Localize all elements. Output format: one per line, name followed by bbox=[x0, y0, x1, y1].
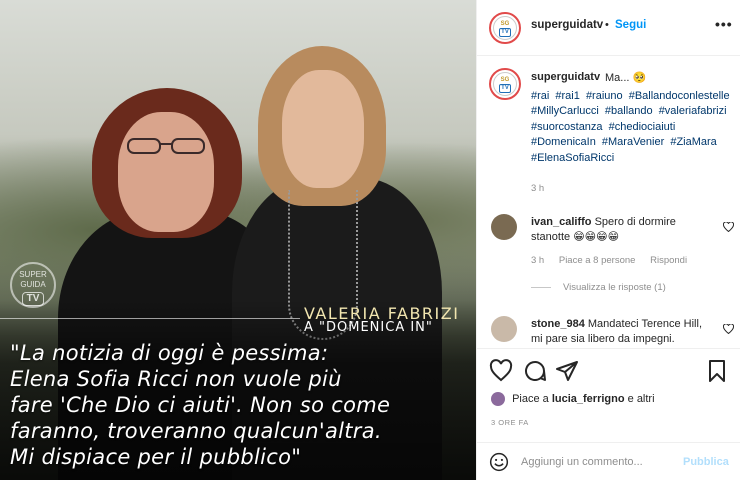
profile-avatar[interactable]: SG TV bbox=[489, 12, 521, 44]
liker-avatar[interactable] bbox=[491, 392, 505, 406]
share-send-icon[interactable] bbox=[555, 359, 579, 383]
hashtag-link[interactable]: #MillyCarlucci bbox=[531, 105, 599, 117]
glasses-shape bbox=[127, 138, 205, 154]
superguidatv-logo-icon: SG TV bbox=[493, 16, 517, 40]
hashtag-link[interactable]: #ZiaMara bbox=[670, 136, 716, 148]
view-replies-button[interactable]: Visualizza le risposte (1) bbox=[531, 282, 666, 293]
hashtag-link[interactable]: #Ballandoconlestelle bbox=[629, 90, 730, 102]
quote-line: Elena Sofia Ricci non vuole più bbox=[10, 367, 342, 391]
like-heart-icon[interactable] bbox=[489, 359, 513, 383]
watermark-tv: TV bbox=[21, 292, 45, 306]
comment-likes[interactable]: Piace a 8 persone bbox=[559, 255, 636, 266]
hashtag-link[interactable]: #DomenicaIn bbox=[531, 136, 596, 148]
liker-username[interactable]: lucia_ferrigno bbox=[552, 393, 625, 405]
post-timestamp[interactable]: 3 ORE FA bbox=[491, 418, 529, 427]
hashtag-link[interactable]: #ElenaSofiaRicci bbox=[531, 152, 614, 164]
hashtag-link[interactable]: #ballando bbox=[605, 105, 653, 117]
hashtag-link[interactable]: #MaraVenier bbox=[602, 136, 664, 148]
comment-meta: 3 h Piace a 8 persone Rispondi bbox=[531, 255, 699, 266]
comment-timestamp[interactable]: 3 h bbox=[531, 255, 544, 266]
caption-text: Ma... 🥺 bbox=[605, 72, 647, 84]
reply-button[interactable]: Rispondi bbox=[650, 255, 687, 266]
comment-heart-icon[interactable] bbox=[723, 222, 734, 232]
quote-line: "La notizia di oggi è pessima: bbox=[10, 341, 329, 365]
emoji-smiley-icon[interactable] bbox=[489, 452, 509, 472]
hashtag-link[interactable]: #raiuno bbox=[586, 90, 623, 102]
likes-suffix[interactable]: e altri bbox=[628, 393, 655, 405]
comment-heart-icon[interactable] bbox=[723, 324, 734, 334]
comment-body: stone_984 Mandateci Terence Hill, mi par… bbox=[531, 317, 711, 347]
quote-line: fare 'Che Dio ci aiuti'. Non so come bbox=[10, 393, 391, 417]
add-comment-bar: Pubblica bbox=[477, 442, 740, 480]
post-actions bbox=[477, 348, 740, 392]
hashtag-link[interactable]: #valeriafabrizi bbox=[659, 105, 727, 117]
caption-hashtags: #rai #rai1 #raiuno #Ballandoconlestelle … bbox=[531, 89, 737, 166]
superguidatv-watermark: SUPER GUIDA TV bbox=[10, 262, 56, 308]
post-side-panel: SG TV superguidatv • Segui ••• SG TV super… bbox=[476, 0, 740, 480]
woman-right-face bbox=[282, 70, 364, 188]
comment-input[interactable] bbox=[521, 453, 671, 471]
comment-body: ivan_califfo Spero di dormire stanotte 😁… bbox=[531, 215, 711, 245]
caption-avatar[interactable]: SG TV bbox=[489, 68, 521, 100]
superguidatv-logo-icon: SG TV bbox=[493, 72, 517, 96]
commenter-avatar[interactable] bbox=[491, 214, 517, 240]
quote-line: Mi dispiace per il pubblico" bbox=[10, 445, 302, 469]
hashtag-link[interactable]: #chediociaiuti bbox=[609, 121, 676, 133]
likes-prefix: Piace a bbox=[512, 392, 549, 405]
comment-bubble-icon[interactable] bbox=[523, 359, 547, 383]
hashtag-link[interactable]: #suorcostanza bbox=[531, 121, 603, 133]
caption-username[interactable]: superguidatv bbox=[531, 71, 600, 83]
hashtag-link[interactable]: #rai bbox=[531, 90, 549, 102]
header-separator: • bbox=[605, 19, 609, 31]
comment-username[interactable]: ivan_califfo bbox=[531, 216, 592, 228]
name-divider bbox=[0, 318, 300, 319]
more-options-icon[interactable]: ••• bbox=[715, 16, 733, 32]
caption-timestamp[interactable]: 3 h bbox=[531, 183, 544, 194]
quote-line: faranno, troveranno qualcun'altra. bbox=[10, 419, 382, 443]
overlay-quote: "La notizia di oggi è pessima: Elena Sof… bbox=[10, 340, 472, 470]
likes-summary: Piace a lucia_ferrigno e altri bbox=[491, 392, 655, 406]
post-header: SG TV superguidatv • Segui ••• bbox=[477, 0, 740, 56]
comment-username[interactable]: stone_984 bbox=[531, 318, 585, 330]
watermark-text: SUPER GUIDA bbox=[19, 270, 47, 289]
overlay-subtitle: A "DOMENICA IN" bbox=[304, 320, 433, 335]
commenter-avatar[interactable] bbox=[491, 316, 517, 342]
post-image[interactable]: SUPER GUIDA TV VALERIA FABRIZI A "DOMENI… bbox=[0, 0, 476, 480]
woman-left-face bbox=[118, 112, 214, 232]
publish-button[interactable]: Pubblica bbox=[683, 456, 729, 468]
hashtag-link[interactable]: #rai1 bbox=[555, 90, 579, 102]
save-bookmark-icon[interactable] bbox=[705, 359, 729, 383]
header-username[interactable]: superguidatv bbox=[531, 19, 603, 31]
follow-button[interactable]: Segui bbox=[615, 19, 646, 31]
